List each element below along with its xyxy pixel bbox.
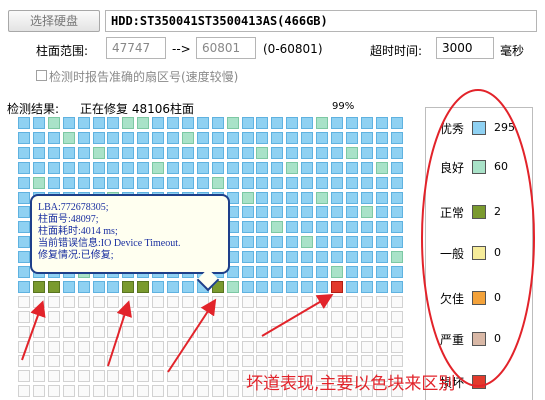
tooltip-line: 修复情况:已修复; (38, 250, 114, 261)
annotation-arrow-1 (21, 300, 46, 361)
tooltip-lines: LBA:772678305; 柱面号:48097; 柱面耗时:4014 ms; 当前错… (38, 202, 181, 262)
tooltip-line: 柱面号:48097; (38, 214, 99, 225)
tooltip-line: 当前错误信息:IO Device Timeout. (38, 238, 181, 249)
annotation-arrow-4 (261, 293, 334, 337)
annotation-arrow-3 (167, 298, 217, 373)
annotation-caption: 坏道表现,主要以色块来区别 (246, 374, 456, 394)
legend-highlight-ellipse (421, 89, 535, 387)
tooltip-line: 柱面耗时:4014 ms; (38, 226, 118, 237)
tooltip-line: LBA:772678305; (38, 202, 109, 213)
annotation-arrow-2 (107, 300, 132, 367)
sector-tooltip: LBA:772678305; 柱面号:48097; 柱面耗时:4014 ms; 当前错… (30, 194, 230, 292)
